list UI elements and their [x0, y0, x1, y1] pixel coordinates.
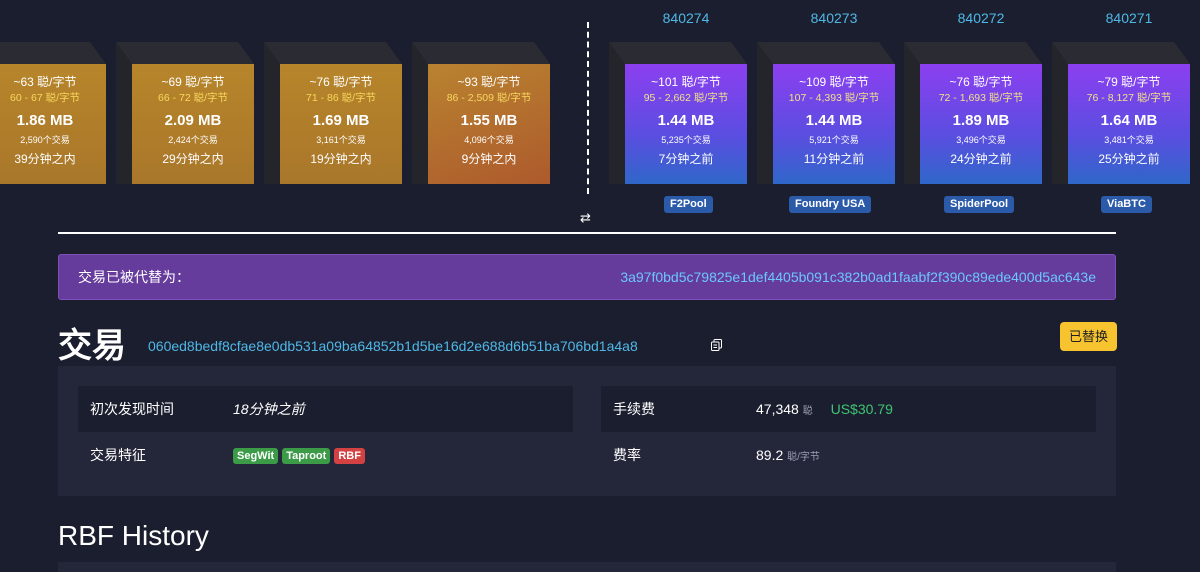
- replaced-by-banner: 交易已被代替为： 3a97f0bd5c79825e1def4405b091c38…: [58, 254, 1116, 300]
- first-seen-label: 初次发现时间: [90, 401, 174, 417]
- transaction-id-link[interactable]: 060ed8bedf8cfae8e0db531a09ba64852b1d5be1…: [148, 338, 638, 354]
- mining-pool-badge[interactable]: ViaBTC: [1101, 196, 1152, 213]
- block-size: 1.86 MB: [16, 112, 74, 129]
- block-fee-range: 66 - 72 聪/字节: [157, 92, 229, 104]
- block-height-link[interactable]: 840274: [625, 10, 747, 26]
- replaced-by-label: 交易已被代替为：: [78, 269, 190, 285]
- fee-row: 手续费 47,348 聪 US$30.79: [601, 386, 1096, 432]
- block-fee-range: 107 - 4,393 聪/字节: [788, 92, 880, 104]
- block-median-fee: ~101 聪/字节: [651, 75, 721, 89]
- block-fee-range: 60 - 67 聪/字节: [9, 92, 81, 104]
- block-median-fee: ~76 聪/字节: [309, 75, 373, 89]
- block-height-link[interactable]: 840273: [773, 10, 895, 26]
- block-tx-count: 3,161个交易: [316, 135, 366, 145]
- swap-direction-icon[interactable]: ⇄: [580, 210, 591, 226]
- block-size: 2.09 MB: [164, 112, 222, 129]
- copy-icon[interactable]: [711, 339, 722, 351]
- block-median-fee: ~93 聪/字节: [457, 75, 521, 89]
- block-median-fee: ~69 聪/字节: [161, 75, 225, 89]
- mempool-divider: [587, 22, 589, 194]
- block-fee-range: 95 - 2,662 聪/字节: [643, 92, 729, 104]
- features-chips: SegWit Taproot RBF: [233, 446, 369, 464]
- feerate-label: 费率: [613, 447, 641, 463]
- mined-block[interactable]: ~79 聪/字节 76 - 8,127 聪/字节 1.64 MB 3,481个交…: [1052, 42, 1190, 184]
- pending-block[interactable]: ~76 聪/字节 71 - 86 聪/字节 1.69 MB 3,161个交易 1…: [264, 42, 402, 184]
- feature-chip-segwit[interactable]: SegWit: [233, 448, 279, 464]
- feerate-row: 费率 89.2 聪/字节: [601, 432, 1096, 478]
- rbf-history-heading: RBF History: [58, 520, 209, 551]
- block-tx-count: 3,496个交易: [956, 135, 1006, 145]
- block-eta: 19分钟之内: [310, 152, 372, 166]
- first-seen-row: 初次发现时间 18分钟之前: [78, 386, 573, 432]
- block-tx-count: 2,424个交易: [168, 135, 218, 145]
- block-age: 24分钟之前: [950, 152, 1012, 166]
- block-fee-range: 76 - 8,127 聪/字节: [1086, 92, 1172, 104]
- mined-block[interactable]: ~101 聪/字节 95 - 2,662 聪/字节 1.44 MB 5,235个…: [609, 42, 747, 184]
- block-tx-count: 3,481个交易: [1104, 135, 1154, 145]
- mining-pool-badge[interactable]: SpiderPool: [944, 196, 1015, 213]
- block-fee-range: 86 - 2,509 聪/字节: [446, 92, 532, 104]
- feerate-value: 89.2: [756, 447, 784, 463]
- status-badge: 已替换: [1060, 322, 1117, 351]
- features-label: 交易特征: [90, 447, 146, 463]
- block-height-link[interactable]: 840272: [920, 10, 1042, 26]
- block-eta: 39分钟之内: [14, 152, 76, 166]
- mining-pool-badge[interactable]: F2Pool: [664, 196, 713, 213]
- block-age: 11分钟之前: [803, 152, 865, 166]
- replacement-txid-link[interactable]: 3a97f0bd5c79825e1def4405b091c382b0ad1faa…: [620, 269, 1096, 285]
- block-tx-count: 2,590个交易: [20, 135, 70, 145]
- block-median-fee: ~109 聪/字节: [799, 75, 869, 89]
- block-size: 1.64 MB: [1100, 112, 1158, 129]
- block-age: 7分钟之前: [658, 152, 714, 166]
- transaction-details-panel: 初次发现时间 18分钟之前 交易特征 SegWit Taproot RBF 手续费 …: [58, 366, 1116, 496]
- block-height-link[interactable]: 840271: [1068, 10, 1190, 26]
- mined-block[interactable]: ~109 聪/字节 107 - 4,393 聪/字节 1.44 MB 5,921…: [757, 42, 895, 184]
- fee-usd-value: US$30.79: [830, 401, 893, 417]
- fee-label: 手续费: [613, 401, 655, 417]
- block-age: 25分钟之前: [1098, 152, 1160, 166]
- block-size: 1.69 MB: [312, 112, 370, 129]
- pending-block[interactable]: ~63 聪/字节 60 - 67 聪/字节 1.86 MB 2,590个交易 3…: [0, 42, 106, 184]
- blockchain-strip: ~63 聪/字节 60 - 67 聪/字节 1.86 MB 2,590个交易 3…: [0, 0, 1200, 232]
- mining-pool-badge[interactable]: Foundry USA: [789, 196, 872, 213]
- first-seen-value: 18分钟之前: [233, 401, 305, 417]
- page-title: 交易: [58, 327, 126, 365]
- block-tx-count: 4,096个交易: [464, 135, 514, 145]
- feature-chip-rbf[interactable]: RBF: [334, 448, 365, 464]
- rbf-history-panel: [58, 562, 1116, 572]
- feature-chip-taproot[interactable]: Taproot: [282, 448, 331, 464]
- fee-value: 47,348: [756, 401, 799, 417]
- section-divider: [58, 232, 1116, 234]
- block-median-fee: ~63 聪/字节: [13, 75, 77, 89]
- block-size: 1.89 MB: [952, 112, 1010, 129]
- block-fee-range: 72 - 1,693 聪/字节: [938, 92, 1024, 104]
- block-median-fee: ~76 聪/字节: [949, 75, 1013, 89]
- block-fee-range: 71 - 86 聪/字节: [305, 92, 377, 104]
- block-eta: 9分钟之内: [461, 152, 517, 166]
- block-median-fee: ~79 聪/字节: [1097, 75, 1161, 89]
- block-tx-count: 5,921个交易: [809, 135, 859, 145]
- block-size: 1.55 MB: [460, 112, 518, 129]
- pending-block[interactable]: ~69 聪/字节 66 - 72 聪/字节 2.09 MB 2,424个交易 2…: [116, 42, 254, 184]
- fee-unit: 聪: [802, 406, 813, 417]
- block-tx-count: 5,235个交易: [661, 135, 711, 145]
- feerate-unit: 聪/字节: [787, 452, 820, 463]
- block-eta: 29分钟之内: [162, 152, 224, 166]
- features-row: 交易特征 SegWit Taproot RBF: [78, 432, 573, 478]
- block-size: 1.44 MB: [657, 112, 715, 129]
- block-size: 1.44 MB: [805, 112, 863, 129]
- mined-block[interactable]: ~76 聪/字节 72 - 1,693 聪/字节 1.89 MB 3,496个交…: [904, 42, 1042, 184]
- pending-block[interactable]: ~93 聪/字节 86 - 2,509 聪/字节 1.55 MB 4,096个交…: [412, 42, 550, 184]
